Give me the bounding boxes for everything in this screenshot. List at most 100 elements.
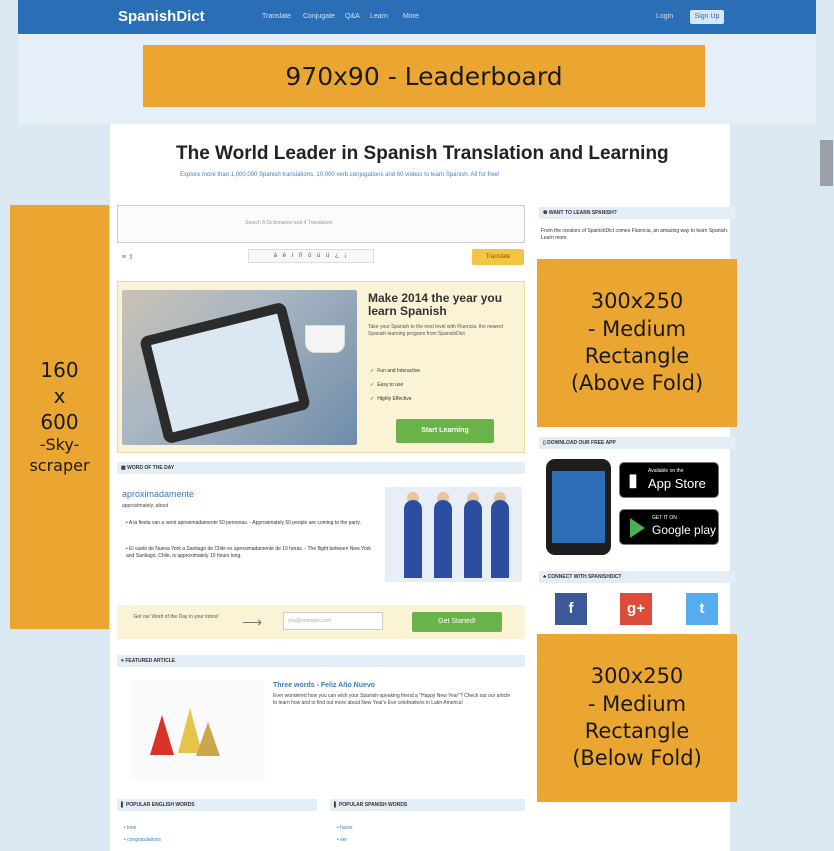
app-store-badge[interactable]: ▮ Available on the App Store [619, 462, 719, 498]
rect-above-ad-line: Rectangle [584, 344, 690, 368]
popular-english-word[interactable]: love [127, 825, 136, 831]
arrow-right-icon: ⟶ [242, 614, 263, 630]
nav-link-qa[interactable]: Q&A [345, 13, 360, 20]
popular-english-word[interactable]: congratulations [127, 837, 161, 843]
popular-spanish-header: ▌ POPULAR SPANISH WORDS [330, 799, 525, 811]
featured-article-header: ♥ FEATURED ARTICLE [117, 655, 525, 667]
promo-check-item: ✓ Easy to use [370, 382, 403, 388]
promo-text: Take your Spanish to the next level with… [368, 324, 504, 337]
nav-link-conjugate[interactable]: Conjugate [303, 13, 335, 20]
popular-english-item[interactable]: • congratulations [124, 837, 161, 843]
rect-below-ad-line: 300x250 [590, 664, 684, 689]
popular-english-heading: POPULAR ENGLISH WORDS [125, 802, 195, 808]
featured-heading: FEATURED ARTICLE [125, 658, 176, 664]
featured-article-title[interactable]: Three words - Feliz Año Nuevo [273, 682, 375, 689]
page-subheadline: Explore more than 1,000,000 Spanish tran… [180, 172, 500, 178]
rect-above-ad-line: (Above Fold) [570, 371, 704, 396]
google-play-badge[interactable]: GET IT ON Google play [619, 509, 719, 545]
check-icon: ✓ [370, 396, 375, 402]
popular-spanish-item[interactable]: • hacer [337, 825, 353, 831]
popular-spanish-heading: POPULAR SPANISH WORDS [338, 802, 408, 808]
check-icon: ✓ [370, 382, 375, 388]
learn-heading: WANT TO LEARN SPANISH? [548, 210, 617, 216]
connect-heading: CONNECT WITH SPANISHDICT [547, 574, 622, 580]
word-of-the-day-header: ▦ WORD OF THE DAY [117, 462, 525, 474]
popular-english-item[interactable]: • love [124, 825, 136, 831]
learn-spanish-header: ❶ WANT TO LEARN SPANISH? [539, 207, 735, 219]
nav-link-more[interactable]: More [403, 13, 419, 20]
nav-link-translate[interactable]: Translate [262, 13, 291, 20]
wotd-translation: approximately, about [122, 503, 169, 509]
rect-above-ad-line: - Medium [587, 316, 687, 341]
medium-rectangle-below-fold-ad-slot: 300x250 - Medium Rectangle (Below Fold) [537, 634, 737, 802]
wotd-example: • El vuelo de Nueva York a Santiago de C… [126, 546, 371, 559]
medium-rectangle-above-fold-ad-slot: 300x250 - Medium Rectangle (Above Fold) [537, 259, 737, 427]
person-figure [464, 500, 482, 578]
start-learning-button[interactable]: Start Learning [396, 419, 494, 443]
rect-above-ad-line: 300x250 [590, 289, 684, 314]
skyscraper-ad-line: -Sky- [39, 435, 80, 455]
accent-keyboard[interactable]: á é í ñ ó ú ü ¿ ¡ [248, 249, 374, 263]
facebook-icon[interactable]: f [555, 593, 587, 625]
person-figure [434, 500, 452, 578]
party-hat-icon [150, 715, 174, 755]
skyscraper-ad-slot: 160 x 600 -Sky- scraper [10, 205, 109, 629]
wotd-example: • A la fiesta van a venir aproximadament… [126, 520, 361, 526]
top-nav-bar: SpanishDict Translate Conjugate Q&A Lear… [18, 0, 816, 34]
search-tool-icons[interactable]: ≡ ⇪ [122, 253, 134, 261]
skyscraper-ad-line: 160 [40, 358, 79, 383]
promo-title: Make 2014 the year you learn Spanish [368, 291, 503, 318]
page-headline: The World Leader in Spanish Translation … [176, 143, 669, 164]
check-icon: ✓ [370, 368, 375, 374]
get-started-button[interactable]: Get Started! [412, 612, 502, 632]
feedback-tab[interactable] [820, 140, 833, 186]
popular-spanish-word[interactable]: ser [340, 837, 347, 843]
app-heading: DOWNLOAD OUR FREE APP [547, 440, 616, 446]
promo-check-label: Fun and Interactive [377, 368, 421, 374]
wotd-heading: WORD OF THE DAY [127, 465, 175, 471]
twitter-icon[interactable]: t [686, 593, 718, 625]
connect-header: ♣ CONNECT WITH SPANISHDICT [539, 571, 735, 583]
wotd-word[interactable]: aproximadamente [122, 489, 194, 499]
skyscraper-ad-line: scraper [29, 456, 90, 475]
person-figure [404, 500, 422, 578]
newsletter-text: Get our Word of the Day in your inbox! [133, 614, 219, 620]
google-play-small-text: GET IT ON [652, 515, 677, 521]
popular-spanish-item[interactable]: • ser [337, 837, 347, 843]
person-figure [491, 500, 509, 578]
rect-below-ad-line: - Medium [587, 691, 687, 716]
party-hat-icon [196, 722, 220, 756]
promo-check-item: ✓ Fun and Interactive [370, 368, 420, 374]
rect-below-ad-line: (Below Fold) [572, 746, 702, 771]
featured-article-text: Ever wondered how you can wish your Span… [273, 693, 511, 706]
wotd-example-text: El vuelo de Nueva York a Santiago de Chi… [126, 546, 371, 559]
app-store-text: App Store [648, 476, 706, 491]
signup-button[interactable]: Sign Up [690, 10, 724, 24]
nav-link-learn[interactable]: Learn [370, 13, 388, 20]
promo-check-label: Easy to use [377, 382, 404, 388]
download-app-header: ▯ DOWNLOAD OUR FREE APP [539, 437, 735, 449]
google-plus-icon[interactable]: g+ [620, 593, 652, 625]
rect-below-ad-line: Rectangle [584, 719, 690, 743]
skyscraper-ad-line: 600 [40, 410, 79, 435]
coffee-mug-image [305, 325, 345, 353]
phone-screen [552, 471, 605, 543]
popular-english-header: ▌ POPULAR ENGLISH WORDS [117, 799, 317, 811]
translate-button[interactable]: Translate [472, 249, 524, 265]
wotd-example-text: A la fiesta van a venir aproximadamente … [128, 520, 361, 526]
skyscraper-ad-line: x [53, 384, 66, 409]
search-placeholder: Search 8 Dictionaries and 4 Translators [245, 220, 333, 226]
popular-spanish-word[interactable]: hacer [340, 825, 353, 831]
google-play-text: Google play [652, 523, 717, 537]
email-field[interactable]: you@example.com [283, 612, 383, 630]
apple-icon: ▮ [628, 470, 638, 490]
site-logo[interactable]: SpanishDict [118, 8, 205, 25]
leaderboard-ad-slot: 970x90 - Leaderboard [143, 45, 705, 107]
learn-spanish-text: From the creators of SpanishDict comes F… [541, 228, 729, 241]
app-store-small-text: Available on the [648, 468, 684, 474]
promo-check-item: ✓ Highly Effective [370, 396, 412, 402]
google-play-icon [630, 518, 645, 538]
promo-check-label: Highly Effective [377, 396, 412, 402]
login-link[interactable]: Login [656, 13, 673, 20]
leaderboard-ad-label: 970x90 - Leaderboard [285, 61, 563, 91]
